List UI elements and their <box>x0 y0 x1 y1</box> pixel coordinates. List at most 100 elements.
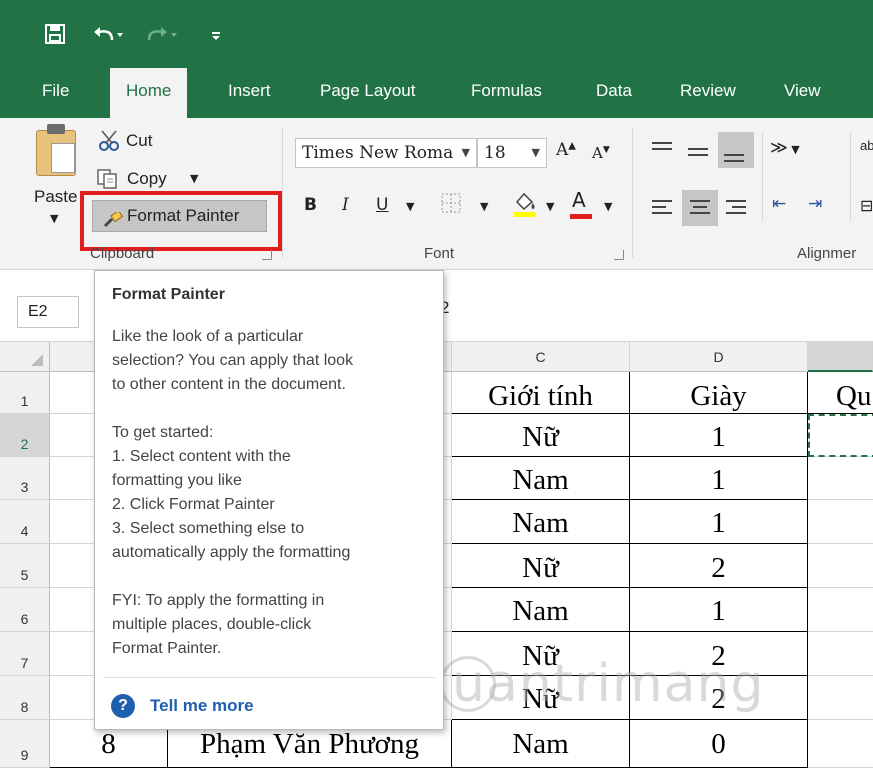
format-painter-button[interactable]: Format Painter <box>92 200 267 232</box>
wrap-text-icon[interactable]: ab <box>860 138 873 153</box>
row-header-9[interactable]: 9 <box>0 720 50 768</box>
font-color-dropdown-icon[interactable]: ▼ <box>604 200 612 213</box>
font-group-label: Font <box>424 245 455 262</box>
copy-button[interactable]: Copy <box>127 169 167 189</box>
cell-d1[interactable]: Giày <box>630 372 808 414</box>
row-header-2[interactable]: 2 <box>0 414 50 457</box>
format-painter-label: Format Painter <box>127 206 240 225</box>
save-icon[interactable] <box>45 24 65 47</box>
group-divider <box>762 132 763 222</box>
cell-d9[interactable]: 0 <box>630 720 808 768</box>
row-header-7[interactable]: 7 <box>0 632 50 676</box>
copy-dropdown-icon[interactable]: ▼ <box>190 172 198 185</box>
row-header-4[interactable]: 4 <box>0 500 50 544</box>
column-header-d[interactable]: D <box>630 342 808 372</box>
cut-button[interactable]: Cut <box>126 131 152 151</box>
cell-c2[interactable]: Nữ <box>452 414 630 457</box>
cell-e4[interactable] <box>808 500 873 544</box>
column-header-e[interactable] <box>808 342 873 372</box>
italic-button[interactable]: I <box>342 195 349 215</box>
underline-dropdown-icon[interactable]: ▼ <box>406 200 414 213</box>
ribbon-tabs: File Home Insert Page Layout Formulas Da… <box>0 66 873 118</box>
tab-file[interactable]: File <box>26 66 85 118</box>
cell-d3[interactable]: 1 <box>630 457 808 500</box>
font-size-select[interactable]: 18 ▼ <box>477 138 547 168</box>
tab-review[interactable]: Review <box>664 66 752 118</box>
decrease-indent-icon[interactable]: ⇤ <box>772 194 786 214</box>
orientation-icon[interactable]: ≫ ▼ <box>770 138 800 158</box>
format-painter-tooltip: Format Painter Like the look of a partic… <box>94 270 444 730</box>
cell-d4[interactable]: 1 <box>630 500 808 544</box>
name-box[interactable]: E2 <box>17 296 79 328</box>
cell-e3[interactable] <box>808 457 873 500</box>
cell-e6[interactable] <box>808 588 873 632</box>
cell-e9[interactable] <box>808 720 873 768</box>
paste-icon[interactable] <box>36 130 76 176</box>
cut-icon <box>98 130 122 157</box>
shrink-font-button[interactable]: A▼ <box>592 144 610 162</box>
tab-home[interactable]: Home <box>110 68 188 118</box>
align-center-pressed <box>682 190 718 226</box>
cell-d5[interactable]: 2 <box>630 544 808 588</box>
column-header-c[interactable]: C <box>452 342 630 372</box>
cell-c8[interactable]: Nữ <box>452 676 630 720</box>
cell-d7[interactable]: 2 <box>630 632 808 676</box>
bold-button[interactable]: B <box>304 195 317 215</box>
row-header-8[interactable]: 8 <box>0 676 50 720</box>
cell-c4[interactable]: Nam <box>452 500 630 544</box>
cell-c9[interactable]: Nam <box>452 720 630 768</box>
fill-color-icon[interactable] <box>512 190 538 223</box>
paste-dropdown-icon[interactable]: ▼ <box>50 212 58 225</box>
quick-access-toolbar <box>0 0 873 66</box>
cell-e5[interactable] <box>808 544 873 588</box>
cell-e1[interactable]: Qu <box>808 372 873 414</box>
cell-e2[interactable] <box>808 414 873 457</box>
cell-c1[interactable]: Giới tính <box>452 372 630 414</box>
undo-icon[interactable] <box>90 24 126 47</box>
tab-insert[interactable]: Insert <box>212 66 287 118</box>
group-divider <box>282 128 283 258</box>
help-icon[interactable]: ? <box>111 694 135 718</box>
tell-me-more-link[interactable]: Tell me more <box>150 696 254 716</box>
font-size-value: 18 <box>484 143 506 163</box>
cell-e7[interactable] <box>808 632 873 676</box>
row-header-1[interactable]: 1 <box>0 372 50 414</box>
redo-icon[interactable] <box>145 24 181 47</box>
tab-data[interactable]: Data <box>580 66 648 118</box>
group-divider <box>632 128 633 258</box>
tab-formulas[interactable]: Formulas <box>455 66 558 118</box>
borders-icon[interactable] <box>440 192 462 219</box>
row-header-3[interactable]: 3 <box>0 457 50 500</box>
increase-indent-icon[interactable]: ⇥ <box>808 194 822 214</box>
cell-c5[interactable]: Nữ <box>452 544 630 588</box>
cell-d8[interactable]: 2 <box>630 676 808 720</box>
cell-c7[interactable]: Nữ <box>452 632 630 676</box>
cell-e8[interactable] <box>808 676 873 720</box>
font-color-button[interactable]: A <box>570 188 592 219</box>
tab-view[interactable]: View <box>768 66 837 118</box>
row-header-5[interactable]: 5 <box>0 544 50 588</box>
row-header-6[interactable]: 6 <box>0 588 50 632</box>
paste-button[interactable]: Paste <box>34 187 77 207</box>
cell-c6[interactable]: Nam <box>452 588 630 632</box>
align-bottom-pressed <box>718 132 754 168</box>
grow-font-button[interactable]: A▲ <box>556 140 576 160</box>
copy-icon <box>96 168 120 195</box>
tooltip-title: Format Painter <box>112 286 225 303</box>
customize-icon[interactable] <box>210 24 222 47</box>
chevron-down-icon: ▼ <box>531 146 540 159</box>
format-painter-icon <box>103 208 124 228</box>
clipboard-launcher-icon[interactable] <box>262 250 272 260</box>
cell-d2[interactable]: 1 <box>630 414 808 457</box>
cell-c3[interactable]: Nam <box>452 457 630 500</box>
tab-page-layout[interactable]: Page Layout <box>304 66 431 118</box>
select-all-corner[interactable] <box>0 342 50 372</box>
merge-icon[interactable]: ⊟ <box>860 196 873 216</box>
fill-color-dropdown-icon[interactable]: ▼ <box>546 200 554 213</box>
cell-d6[interactable]: 1 <box>630 588 808 632</box>
borders-dropdown-icon[interactable]: ▼ <box>480 200 488 213</box>
font-name-select[interactable]: Times New Roma ▼ <box>295 138 477 168</box>
underline-button[interactable]: U <box>376 195 388 215</box>
font-launcher-icon[interactable] <box>614 250 624 260</box>
alignment-group-label: Alignmer <box>797 245 857 262</box>
